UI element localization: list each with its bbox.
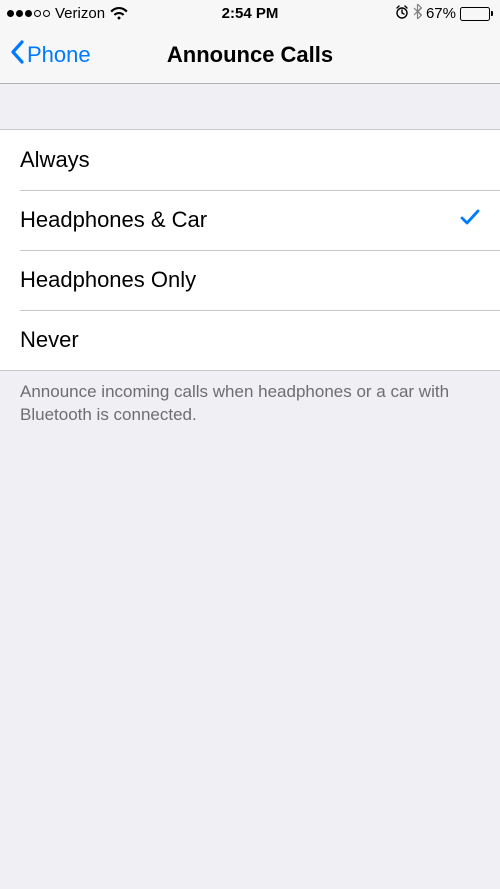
- battery-icon: [460, 7, 493, 21]
- chevron-left-icon: [10, 40, 25, 70]
- option-label: Never: [20, 327, 79, 353]
- option-label: Headphones & Car: [20, 207, 207, 233]
- options-list: Always Headphones & Car Headphones Only …: [0, 129, 500, 371]
- option-always[interactable]: Always: [0, 130, 500, 190]
- option-headphones-only[interactable]: Headphones Only: [0, 250, 500, 310]
- content: Always Headphones & Car Headphones Only …: [0, 84, 500, 437]
- option-label: Always: [20, 147, 90, 173]
- status-right: 67%: [395, 4, 493, 23]
- footer-description: Announce incoming calls when headphones …: [0, 371, 500, 437]
- status-left: Verizon: [7, 5, 128, 22]
- page-title: Announce Calls: [167, 42, 333, 68]
- back-label: Phone: [27, 42, 91, 68]
- nav-bar: Phone Announce Calls: [0, 27, 500, 84]
- status-time: 2:54 PM: [222, 5, 279, 22]
- bluetooth-icon: [413, 4, 422, 23]
- option-headphones-car[interactable]: Headphones & Car: [0, 190, 500, 250]
- alarm-icon: [395, 5, 409, 23]
- spacer: [0, 84, 500, 129]
- back-button[interactable]: Phone: [10, 40, 91, 70]
- battery-percent: 67%: [426, 5, 456, 22]
- status-bar: Verizon 2:54 PM 67%: [0, 0, 500, 27]
- option-never[interactable]: Never: [0, 310, 500, 370]
- checkmark-icon: [460, 207, 480, 233]
- option-label: Headphones Only: [20, 267, 196, 293]
- signal-strength-icon: [7, 10, 50, 17]
- carrier-label: Verizon: [55, 5, 105, 22]
- wifi-icon: [110, 7, 128, 20]
